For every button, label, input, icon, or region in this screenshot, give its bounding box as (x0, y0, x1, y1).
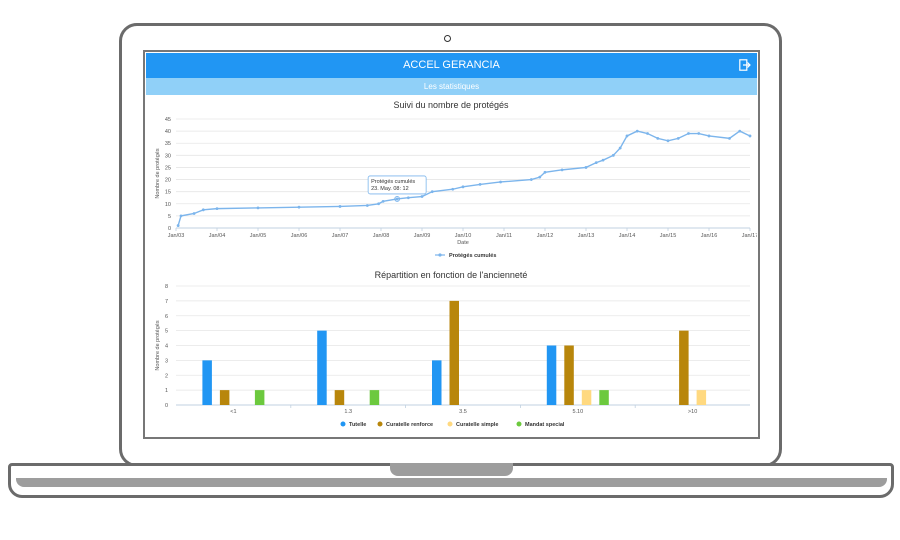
bar-legend-marker (516, 421, 522, 427)
bar (254, 390, 265, 405)
bar (679, 330, 689, 405)
bar-y-tick-label: 8 (165, 284, 168, 290)
bar-legend-label: Mandat special (525, 422, 565, 428)
bar (564, 345, 574, 405)
bar (581, 390, 592, 405)
bar-y-tick-label: 6 (165, 314, 168, 320)
bar-legend-label: Curatelle renforce (386, 422, 433, 428)
bar-legend-marker (340, 421, 346, 427)
bar (546, 345, 557, 405)
bar (334, 390, 345, 405)
bar-y-tick-label: 3 (165, 358, 168, 364)
bar-y-tick-label: 7 (165, 299, 168, 305)
bar (432, 360, 442, 405)
bar-legend-marker (447, 421, 453, 427)
bar-category-label: 3.5 (459, 409, 467, 415)
bar-legend-label: Tutelle (349, 422, 366, 428)
bar (599, 390, 609, 405)
bar (696, 390, 707, 405)
bar-category-label: >10 (688, 409, 697, 415)
bar (219, 390, 230, 405)
bar-y-tick-label: 0 (165, 403, 168, 409)
camera-icon (444, 35, 451, 42)
bar-legend-label: Curatelle simple (456, 422, 499, 428)
bar-category-label: 1.3 (344, 409, 352, 415)
bar (317, 330, 327, 405)
bar-y-tick-label: 4 (165, 344, 168, 350)
app-screen: ACCEL GERANCIA Les statistiques Suivi du… (143, 50, 760, 439)
bar (202, 360, 212, 405)
bar-y-tick-label: 2 (165, 373, 168, 379)
bar-category-label: <1 (230, 409, 236, 415)
bar-chart: 0 1 2 3 4 5 6 7 8 Nombre de protégés <1 1.3 3.5 5.10 >… (155, 284, 750, 428)
bar-y-tick-label: 5 (165, 329, 168, 335)
bar (369, 390, 380, 405)
laptop-notch (390, 463, 513, 476)
bar (449, 300, 459, 405)
bar-legend-marker (377, 421, 383, 427)
bar-category-label: 5.10 (572, 409, 583, 415)
bar-y-tick-label: 1 (165, 388, 168, 394)
bar-y-axis-title: Nombre de protégés (155, 320, 161, 370)
laptop-base-edge (16, 478, 887, 487)
